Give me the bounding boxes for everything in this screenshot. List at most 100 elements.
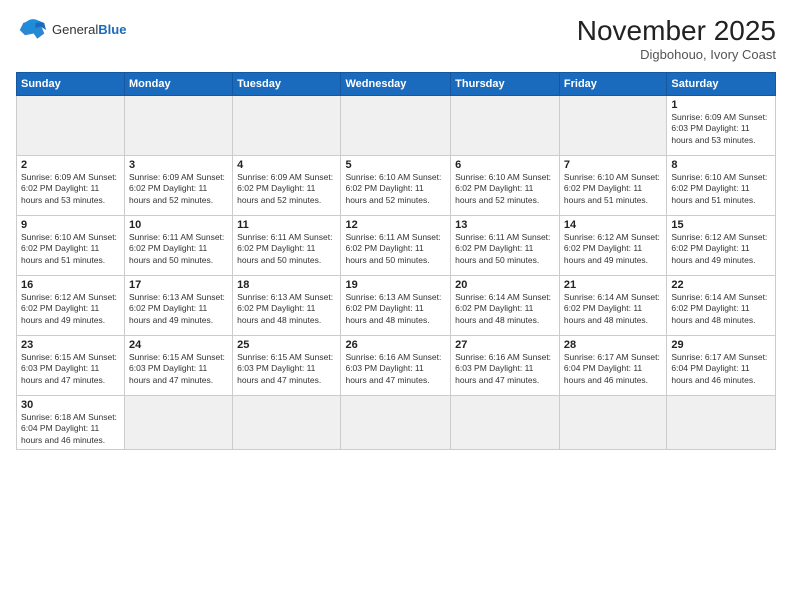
calendar-cell (233, 95, 341, 155)
day-info: Sunrise: 6:16 AM Sunset: 6:03 PM Dayligh… (345, 352, 446, 386)
day-number: 29 (671, 339, 771, 351)
calendar-cell (125, 95, 233, 155)
calendar-cell: 1Sunrise: 6:09 AM Sunset: 6:03 PM Daylig… (667, 95, 776, 155)
day-info: Sunrise: 6:18 AM Sunset: 6:04 PM Dayligh… (21, 412, 120, 446)
calendar: Sunday Monday Tuesday Wednesday Thursday… (16, 72, 776, 450)
day-info: Sunrise: 6:10 AM Sunset: 6:02 PM Dayligh… (564, 172, 662, 206)
calendar-cell: 25Sunrise: 6:15 AM Sunset: 6:03 PM Dayli… (233, 335, 341, 395)
day-info: Sunrise: 6:13 AM Sunset: 6:02 PM Dayligh… (237, 292, 336, 326)
day-number: 18 (237, 279, 336, 291)
header-wednesday: Wednesday (341, 72, 451, 95)
header-friday: Friday (559, 72, 666, 95)
calendar-cell: 8Sunrise: 6:10 AM Sunset: 6:02 PM Daylig… (667, 155, 776, 215)
calendar-cell: 29Sunrise: 6:17 AM Sunset: 6:04 PM Dayli… (667, 335, 776, 395)
day-number: 20 (455, 279, 555, 291)
day-info: Sunrise: 6:11 AM Sunset: 6:02 PM Dayligh… (129, 232, 228, 266)
month-title: November 2025 (577, 16, 776, 47)
day-info: Sunrise: 6:17 AM Sunset: 6:04 PM Dayligh… (671, 352, 771, 386)
calendar-cell: 12Sunrise: 6:11 AM Sunset: 6:02 PM Dayli… (341, 215, 451, 275)
day-info: Sunrise: 6:12 AM Sunset: 6:02 PM Dayligh… (21, 292, 120, 326)
calendar-cell: 5Sunrise: 6:10 AM Sunset: 6:02 PM Daylig… (341, 155, 451, 215)
day-number: 17 (129, 279, 228, 291)
day-number: 3 (129, 159, 228, 171)
calendar-cell: 17Sunrise: 6:13 AM Sunset: 6:02 PM Dayli… (125, 275, 233, 335)
day-number: 22 (671, 279, 771, 291)
day-number: 5 (345, 159, 446, 171)
calendar-cell (667, 395, 776, 449)
calendar-cell (125, 395, 233, 449)
calendar-cell: 24Sunrise: 6:15 AM Sunset: 6:03 PM Dayli… (125, 335, 233, 395)
day-info: Sunrise: 6:15 AM Sunset: 6:03 PM Dayligh… (237, 352, 336, 386)
day-number: 19 (345, 279, 446, 291)
calendar-cell (17, 95, 125, 155)
day-info: Sunrise: 6:15 AM Sunset: 6:03 PM Dayligh… (129, 352, 228, 386)
header-sunday: Sunday (17, 72, 125, 95)
day-info: Sunrise: 6:17 AM Sunset: 6:04 PM Dayligh… (564, 352, 662, 386)
day-number: 25 (237, 339, 336, 351)
calendar-cell: 10Sunrise: 6:11 AM Sunset: 6:02 PM Dayli… (125, 215, 233, 275)
header-tuesday: Tuesday (233, 72, 341, 95)
day-info: Sunrise: 6:10 AM Sunset: 6:02 PM Dayligh… (21, 232, 120, 266)
calendar-cell: 7Sunrise: 6:10 AM Sunset: 6:02 PM Daylig… (559, 155, 666, 215)
header-saturday: Saturday (667, 72, 776, 95)
day-number: 28 (564, 339, 662, 351)
day-info: Sunrise: 6:10 AM Sunset: 6:02 PM Dayligh… (671, 172, 771, 206)
calendar-cell: 9Sunrise: 6:10 AM Sunset: 6:02 PM Daylig… (17, 215, 125, 275)
day-info: Sunrise: 6:14 AM Sunset: 6:02 PM Dayligh… (671, 292, 771, 326)
calendar-cell (559, 395, 666, 449)
day-info: Sunrise: 6:09 AM Sunset: 6:02 PM Dayligh… (21, 172, 120, 206)
calendar-cell: 26Sunrise: 6:16 AM Sunset: 6:03 PM Dayli… (341, 335, 451, 395)
calendar-cell (341, 95, 451, 155)
day-number: 16 (21, 279, 120, 291)
day-info: Sunrise: 6:16 AM Sunset: 6:03 PM Dayligh… (455, 352, 555, 386)
header-thursday: Thursday (451, 72, 560, 95)
header-monday: Monday (125, 72, 233, 95)
calendar-cell: 27Sunrise: 6:16 AM Sunset: 6:03 PM Dayli… (451, 335, 560, 395)
day-number: 13 (455, 219, 555, 231)
calendar-body: 1Sunrise: 6:09 AM Sunset: 6:03 PM Daylig… (17, 95, 776, 449)
day-number: 8 (671, 159, 771, 171)
logo: GeneralBlue (16, 16, 126, 44)
title-block: November 2025 Digbohouo, Ivory Coast (577, 16, 776, 62)
day-info: Sunrise: 6:09 AM Sunset: 6:02 PM Dayligh… (129, 172, 228, 206)
calendar-cell: 16Sunrise: 6:12 AM Sunset: 6:02 PM Dayli… (17, 275, 125, 335)
calendar-cell: 14Sunrise: 6:12 AM Sunset: 6:02 PM Dayli… (559, 215, 666, 275)
logo-icon (16, 16, 48, 44)
day-info: Sunrise: 6:09 AM Sunset: 6:02 PM Dayligh… (237, 172, 336, 206)
calendar-cell: 23Sunrise: 6:15 AM Sunset: 6:03 PM Dayli… (17, 335, 125, 395)
day-number: 30 (21, 399, 120, 411)
calendar-cell: 18Sunrise: 6:13 AM Sunset: 6:02 PM Dayli… (233, 275, 341, 335)
day-number: 4 (237, 159, 336, 171)
day-number: 10 (129, 219, 228, 231)
day-info: Sunrise: 6:12 AM Sunset: 6:02 PM Dayligh… (564, 232, 662, 266)
day-info: Sunrise: 6:11 AM Sunset: 6:02 PM Dayligh… (237, 232, 336, 266)
calendar-cell: 21Sunrise: 6:14 AM Sunset: 6:02 PM Dayli… (559, 275, 666, 335)
day-info: Sunrise: 6:13 AM Sunset: 6:02 PM Dayligh… (129, 292, 228, 326)
calendar-cell: 3Sunrise: 6:09 AM Sunset: 6:02 PM Daylig… (125, 155, 233, 215)
day-info: Sunrise: 6:14 AM Sunset: 6:02 PM Dayligh… (564, 292, 662, 326)
day-info: Sunrise: 6:15 AM Sunset: 6:03 PM Dayligh… (21, 352, 120, 386)
day-info: Sunrise: 6:12 AM Sunset: 6:02 PM Dayligh… (671, 232, 771, 266)
calendar-cell: 20Sunrise: 6:14 AM Sunset: 6:02 PM Dayli… (451, 275, 560, 335)
calendar-cell (451, 395, 560, 449)
day-number: 27 (455, 339, 555, 351)
calendar-cell (559, 95, 666, 155)
calendar-cell: 11Sunrise: 6:11 AM Sunset: 6:02 PM Dayli… (233, 215, 341, 275)
day-number: 23 (21, 339, 120, 351)
day-number: 14 (564, 219, 662, 231)
calendar-cell: 4Sunrise: 6:09 AM Sunset: 6:02 PM Daylig… (233, 155, 341, 215)
day-info: Sunrise: 6:11 AM Sunset: 6:02 PM Dayligh… (455, 232, 555, 266)
day-info: Sunrise: 6:13 AM Sunset: 6:02 PM Dayligh… (345, 292, 446, 326)
calendar-cell: 19Sunrise: 6:13 AM Sunset: 6:02 PM Dayli… (341, 275, 451, 335)
calendar-cell (341, 395, 451, 449)
day-number: 1 (671, 99, 771, 111)
day-number: 11 (237, 219, 336, 231)
calendar-cell: 30Sunrise: 6:18 AM Sunset: 6:04 PM Dayli… (17, 395, 125, 449)
day-number: 2 (21, 159, 120, 171)
day-number: 21 (564, 279, 662, 291)
day-info: Sunrise: 6:10 AM Sunset: 6:02 PM Dayligh… (345, 172, 446, 206)
logo-text: GeneralBlue (52, 22, 126, 38)
location: Digbohouo, Ivory Coast (577, 47, 776, 62)
day-number: 12 (345, 219, 446, 231)
calendar-cell: 28Sunrise: 6:17 AM Sunset: 6:04 PM Dayli… (559, 335, 666, 395)
